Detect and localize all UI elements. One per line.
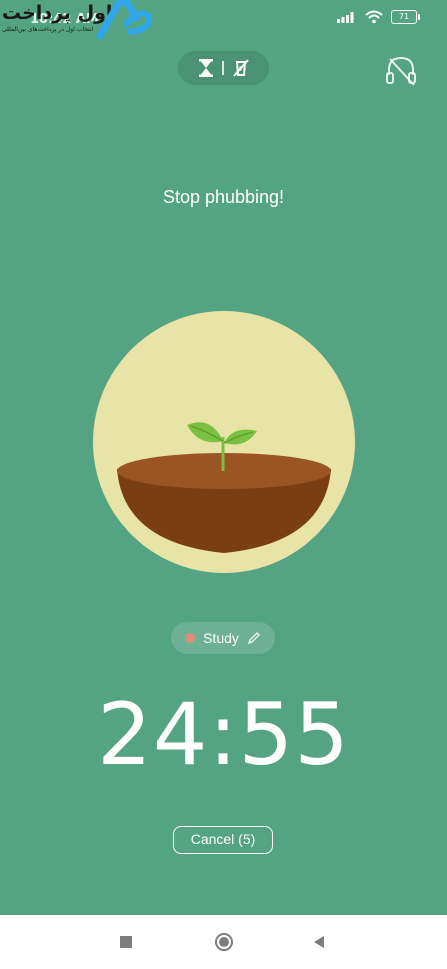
nav-back-button[interactable] xyxy=(299,915,339,969)
tag-color-dot xyxy=(185,633,196,643)
hourglass-icon[interactable] xyxy=(198,59,214,77)
brand-logo-icon xyxy=(96,0,152,40)
nav-home-button[interactable] xyxy=(204,915,244,969)
left-leaf-icon xyxy=(187,422,223,443)
circle-icon xyxy=(215,933,233,951)
plant-illustration xyxy=(117,422,331,553)
tag-selector[interactable]: Study xyxy=(171,622,275,654)
watermark-logo: اول پرداخت انتخاب اول در پرداخت‌های بین‌… xyxy=(0,0,152,44)
no-phone-icon[interactable] xyxy=(232,58,250,78)
focus-screen: 10:42 AM 71 اول پرداخت انتخاب اول در پرد… xyxy=(0,0,447,969)
watermark-tagline: انتخاب اول در پرداخت‌های بین‌المللی xyxy=(2,26,94,33)
motto-text: Stop phubbing! xyxy=(162,187,285,207)
timer-value: 24:55 xyxy=(97,685,350,785)
tag-label: Study xyxy=(203,630,239,646)
nav-recents-button[interactable] xyxy=(106,915,146,969)
pencil-icon[interactable] xyxy=(247,631,261,645)
mode-toggle[interactable] xyxy=(178,51,269,85)
battery-indicator: 71 xyxy=(391,10,420,24)
system-nav-bar xyxy=(0,915,447,969)
headphones-off-icon[interactable] xyxy=(384,53,418,87)
square-icon xyxy=(120,936,132,948)
status-icons: 71 xyxy=(337,10,420,24)
cancel-button[interactable]: Cancel (5) xyxy=(173,826,273,854)
toggle-divider xyxy=(221,61,224,75)
countdown-timer: 24:55 xyxy=(0,680,447,790)
wifi-icon xyxy=(365,10,383,24)
signal-icon xyxy=(337,12,354,23)
triangle-back-icon xyxy=(314,936,324,948)
plant-circle[interactable] xyxy=(93,311,355,573)
